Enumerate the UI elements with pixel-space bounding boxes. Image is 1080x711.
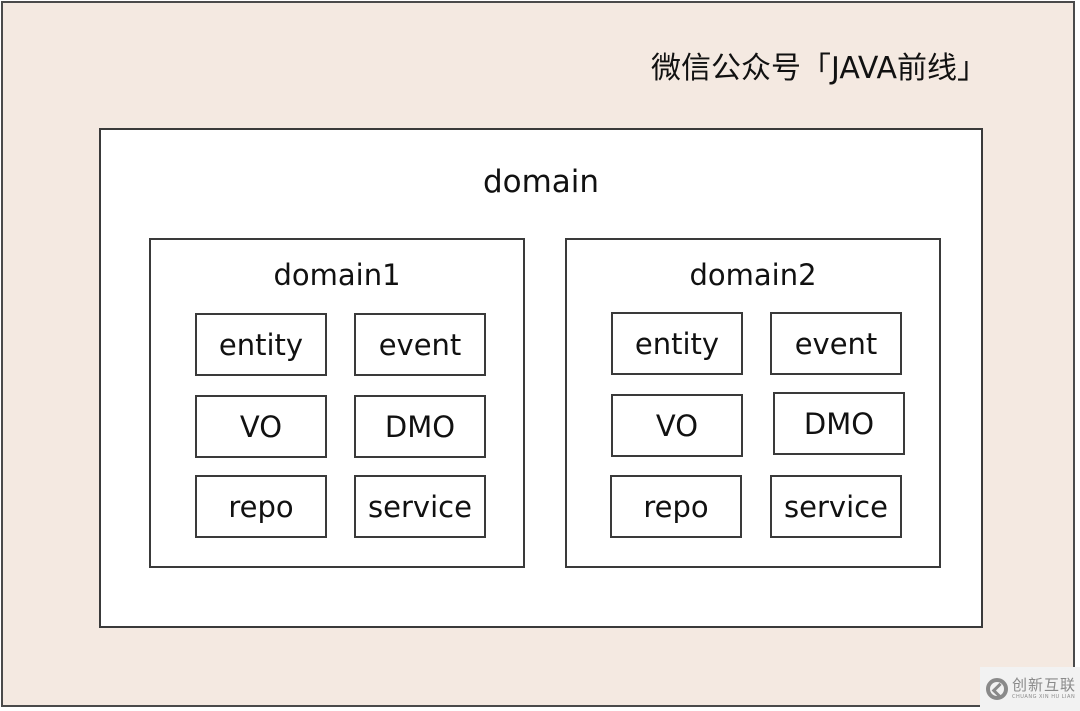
domain1-box: domain1 entity event VO DMO repo service: [149, 238, 525, 568]
brand-name-en: CHUANG XIN HU LIAN: [1012, 694, 1076, 700]
domain2-dmo-box: DMO: [773, 392, 905, 455]
domain2-service-box: service: [770, 475, 902, 538]
domain2-entity-box: entity: [611, 312, 743, 375]
diagram-frame: 微信公众号「JAVA前线」 domain domain1 entity even…: [1, 1, 1075, 707]
account-title: 微信公众号「JAVA前线」: [651, 51, 988, 86]
domain1-entity-box: entity: [195, 313, 327, 376]
domain1-vo-box: VO: [195, 395, 327, 458]
domain-layer-label: domain: [482, 164, 600, 200]
domain2-label: domain2: [689, 258, 817, 292]
brand-logo-icon: [986, 678, 1008, 700]
domain1-event-box: event: [354, 313, 486, 376]
domain2-vo-box: VO: [611, 394, 743, 457]
domain1-dmo-box: DMO: [354, 395, 486, 458]
brand-text: 创新互联 CHUANG XIN HU LIAN: [1012, 678, 1076, 700]
domain1-service-box: service: [354, 475, 486, 538]
domain2-repo-box: repo: [610, 475, 742, 538]
watermark-logo: 创新互联 CHUANG XIN HU LIAN: [980, 667, 1080, 711]
domain2-box: domain2 entity event VO DMO repo service: [565, 238, 941, 568]
domain1-repo-box: repo: [195, 475, 327, 538]
domain2-event-box: event: [770, 312, 902, 375]
brand-name-cn: 创新互联: [1012, 676, 1077, 694]
domain1-label: domain1: [273, 258, 401, 292]
